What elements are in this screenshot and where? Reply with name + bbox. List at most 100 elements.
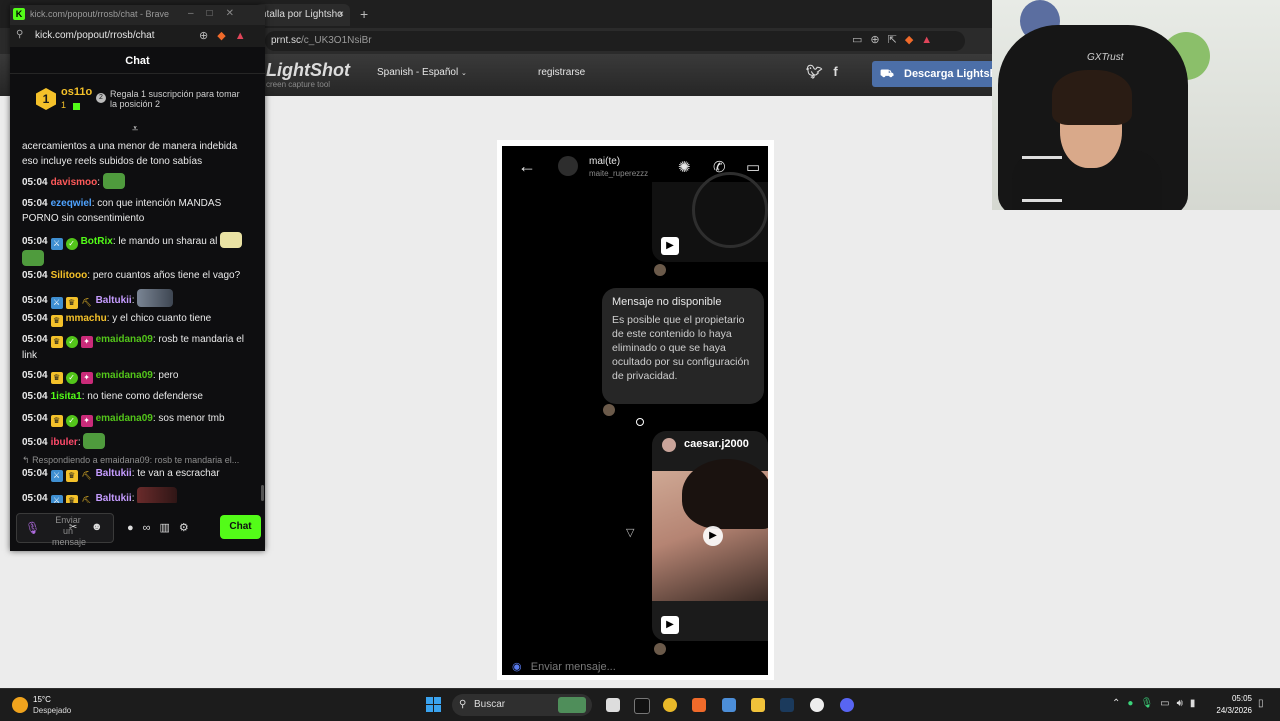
reply-context[interactable]: ↰ Respondiendo a emaidana09: rosb te man… (22, 455, 254, 466)
steam-icon[interactable] (780, 698, 794, 712)
volume-icon[interactable]: 🔊︎ (1177, 698, 1190, 709)
message-text: pero (158, 370, 179, 381)
gift-promo-text: Regala 1 suscripción para tomar la posic… (110, 89, 240, 109)
obs-icon[interactable] (810, 698, 824, 712)
chat-scrollbar[interactable] (261, 485, 264, 501)
thumbnail-pattern (692, 172, 768, 248)
browser-toolbar-icons[interactable]: ▭⊕⇱◆▲ (852, 33, 940, 46)
window-controls[interactable]: –□✕ (188, 8, 247, 19)
register-link[interactable]: registrarse (538, 67, 585, 78)
play-icon: ▶ (703, 526, 723, 546)
compose-placeholder: Enviar mensaje... (530, 661, 616, 673)
video-author-avatar (662, 438, 676, 452)
chat-username[interactable]: ibuler (51, 437, 78, 448)
discord-icon[interactable] (840, 698, 854, 712)
emoji-icon[interactable]: ☻ (91, 521, 103, 533)
chat-username[interactable]: BotRix (81, 236, 113, 247)
microphone-icon[interactable]: 🎙︎ (25, 521, 40, 535)
taskbar-search[interactable]: ⚲ Buscar (452, 694, 592, 716)
search-label: Buscar (474, 699, 506, 710)
message-text: y el chico cuanto tiene (112, 313, 212, 324)
chrome-icon[interactable] (663, 698, 677, 712)
clock-date[interactable]: 24/3/2026 (1206, 706, 1252, 715)
tray-chevron-icon[interactable]: ⌃ (1112, 698, 1127, 709)
twitter-icon[interactable]: 🐦︎ (806, 64, 823, 79)
download-button[interactable]: ⛟ Descarga Lightsho (872, 61, 1002, 87)
facebook-icon[interactable]: f (833, 64, 837, 79)
gear-icon[interactable]: ⚙ (179, 522, 198, 534)
chat-username[interactable]: davismoo (51, 177, 98, 188)
frog-emote (102, 173, 125, 189)
lightshot-logo[interactable]: LightShot (266, 60, 350, 81)
video-frame-hair (682, 459, 768, 529)
subscriber-badge-icon: ♛ (50, 415, 63, 427)
site-settings-icon[interactable]: ⚲ (16, 29, 23, 40)
back-arrow-icon: ← (518, 156, 536, 176)
weather-desc[interactable]: Despejado (33, 706, 71, 715)
close-tab-icon[interactable]: × (338, 4, 344, 26)
sub-gifter-leaderboard[interactable]: 1 os11o 1 2 Regala 1 suscripción para to… (10, 73, 265, 121)
store-icon[interactable]: ▥ (160, 522, 179, 534)
chat-input[interactable]: 🎙︎ Enviar un mensaje ✂ ☻ (16, 513, 114, 547)
reply-context-text: Respondiendo a emaidana09: rosb te manda… (32, 455, 240, 465)
contact-name: mai(te) (589, 156, 621, 167)
chat-username[interactable]: emaidana09 (96, 413, 153, 424)
mic-tray-icon[interactable]: 🎙︎ (1140, 698, 1160, 709)
gift-count: 1 (61, 100, 67, 110)
tab-lightshot[interactable]: ntalla por Lightsho × (255, 4, 350, 26)
weather-temp[interactable]: 15°C (33, 695, 51, 704)
window-titlebar[interactable]: K kick.com/popout/rrosb/chat - Brave –□✕ (10, 5, 265, 25)
rank-badge: 1 (36, 88, 56, 110)
chat-username[interactable]: Silitooo (51, 270, 88, 281)
unavailable-body: Es posible que el propietario de este co… (612, 314, 750, 382)
commands-icon[interactable]: ✂ (69, 522, 77, 533)
chat-username[interactable]: Baltukii (96, 295, 132, 306)
message-text: te van a escrachar (137, 468, 220, 479)
og-badge-icon: ✦ (80, 415, 93, 427)
chat-username[interactable]: emaidana09 (96, 370, 153, 381)
brave-rewards-icon[interactable]: ▲ (921, 34, 940, 46)
chat-username[interactable]: emaidana09 (96, 334, 153, 345)
popup-toolbar-icons[interactable]: ⊕◆▲ (199, 29, 255, 42)
effects-icon: ✺ (678, 159, 691, 176)
notification-icon[interactable]: ▯ (1258, 698, 1264, 709)
chat-username[interactable]: ezeqwiel (51, 198, 92, 209)
chat-username[interactable]: Baltukii (96, 493, 132, 503)
chat-messages[interactable]: acercamientos a una menor de manera inde… (10, 133, 257, 503)
brave-shield-icon[interactable]: ◆ (217, 30, 234, 42)
message-time: 05:04 (22, 236, 48, 247)
taskbar: 15°C Despejado ⚲ Buscar ⌃●🎙︎▭🔊︎▮ 05:05 2… (0, 688, 1280, 721)
chat-username[interactable]: mmachu (66, 313, 107, 324)
video-author: caesar.j2000 (684, 438, 749, 450)
task-view-icon[interactable] (606, 698, 620, 712)
chat-input-placeholder: Enviar un mensaje (52, 515, 87, 547)
file-explorer-icon[interactable] (751, 698, 765, 712)
brave-shield-icon[interactable]: ◆ (905, 34, 921, 46)
brave-icon[interactable] (692, 698, 706, 712)
weather-icon[interactable] (12, 697, 28, 713)
reaction-avatar (654, 264, 666, 276)
streamer-hair (1052, 70, 1132, 125)
verified-badge-icon: ✓ (65, 372, 78, 384)
chat-header: Chat (10, 47, 265, 74)
store-app-icon[interactable] (722, 698, 736, 712)
kicks-icon[interactable]: ●∞ (127, 522, 160, 534)
system-tray[interactable]: ⌃●🎙︎▭🔊︎▮ (1112, 698, 1202, 709)
reply-arrow-icon: ↰ (22, 455, 30, 465)
popup-address-bar[interactable]: ⚲ kick.com/popout/rrosb/chat ⊕◆▲ (10, 25, 265, 47)
epic-games-icon[interactable] (634, 698, 650, 714)
moderator-badge-icon: ⚔ (50, 470, 63, 482)
language-select[interactable]: Spanish - Español ⌄ (377, 67, 467, 78)
chat-username[interactable]: Baltukii (96, 468, 132, 479)
network-icon[interactable]: ▭ (1160, 698, 1176, 709)
chat-message: 05:04 ⚔ ♛ ⛏ Baltukii: te van a escrachar (22, 468, 220, 482)
chat-message: 05:04 ezeqwiel: con que intención MANDAS … (22, 198, 222, 224)
chat-username[interactable]: 1isita1 (51, 391, 82, 402)
battery-icon[interactable]: ▮ (1190, 698, 1203, 709)
new-tab-button[interactable]: + (360, 6, 368, 22)
brave-rewards-icon[interactable]: ▲ (235, 30, 255, 42)
windows-start-icon[interactable] (426, 697, 442, 713)
send-chat-button[interactable]: Chat (220, 515, 261, 539)
search-highlight-image (558, 697, 586, 713)
clock-time[interactable]: 05:05 (1216, 694, 1252, 703)
